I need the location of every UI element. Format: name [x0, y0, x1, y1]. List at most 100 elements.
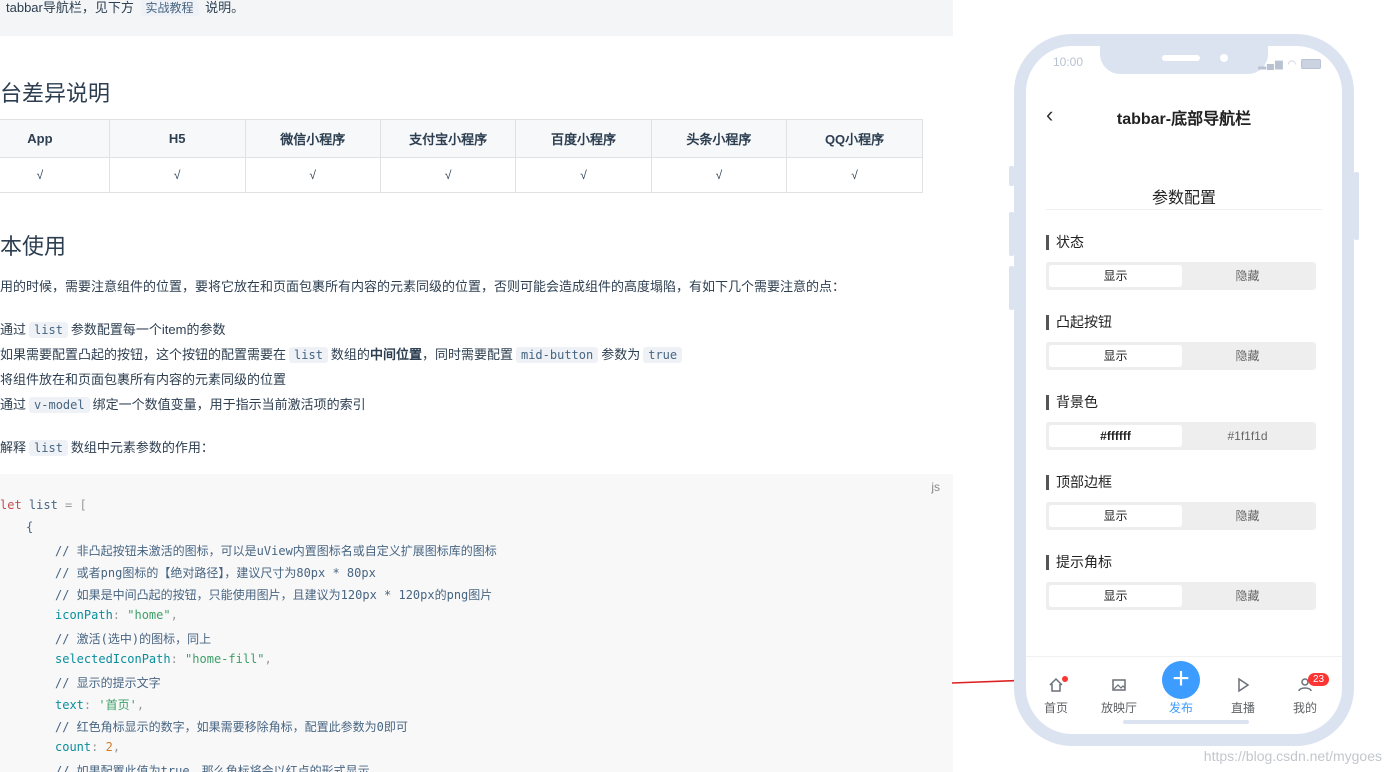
option-label-top-border: 顶部边框	[1046, 475, 1112, 490]
tab-home[interactable]: 首页	[1031, 676, 1081, 716]
segment-show[interactable]: 显示	[1049, 265, 1182, 287]
tab-label: 放映厅	[1100, 701, 1137, 715]
option-label-status: 状态	[1046, 235, 1084, 250]
table-header: App	[0, 119, 110, 158]
tab-label: 首页	[1043, 701, 1068, 715]
tab-live[interactable]: 直播	[1218, 677, 1268, 716]
point-2: 如果需要配置凸起的按钮，这个按钮的配置需要在 list 数组的中间位置，同时需要配置…	[0, 344, 685, 363]
table-cell: √	[786, 157, 923, 193]
signal-icon: ▂▄▆	[1258, 59, 1284, 70]
code-punct: = [	[57, 498, 87, 512]
tip-after: 说明。	[205, 0, 245, 15]
red-dot-badge	[1062, 676, 1068, 682]
phone-frame: 10:00 ▂▄▆ ◠ ‹ tabbar-底部导航栏 参数配置 状态 显示 隐藏…	[1014, 34, 1354, 746]
tip-box: tabbar导航栏，见下方 实战教程 说明。	[0, 0, 953, 36]
inline-code: true	[643, 347, 683, 363]
code-comment: // 如果配置此值为true，那么角标将会以红点的形式显示	[55, 764, 370, 772]
code-prop: iconPath	[55, 608, 113, 622]
code-block: js let list = [ { // 非凸起按钮未激活的图标，可以是uVie…	[0, 474, 953, 772]
code-prop: text	[55, 698, 84, 712]
segment-hide[interactable]: 隐藏	[1182, 505, 1313, 527]
code-comment: // 非凸起按钮未激活的图标，可以是uView内置图标名或自定义扩展图标库的图标	[55, 544, 497, 558]
segmented-control-top-border[interactable]: 显示 隐藏	[1046, 502, 1316, 530]
point-4-b: 绑定一个数值变量，用于指示当前激活项的索引	[92, 397, 366, 412]
explain-a: 解释	[0, 440, 27, 455]
inline-code: list	[289, 347, 328, 363]
segment-show[interactable]: 显示	[1049, 505, 1182, 527]
point-2-a: 如果需要配置凸起的按钮，这个按钮的配置需要在	[0, 347, 287, 362]
table-header: 微信小程序	[244, 119, 381, 158]
table-cell: √	[515, 157, 652, 193]
table-cell: √	[650, 157, 788, 193]
table-header: 百度小程序	[515, 119, 652, 158]
segment-white[interactable]: #ffffff	[1049, 425, 1182, 447]
speaker	[1162, 55, 1200, 61]
segment-dark[interactable]: #1f1f1d	[1182, 425, 1313, 447]
table-header-row: App H5 微信小程序 支付宝小程序 百度小程序 头条小程序 QQ小程序	[0, 119, 923, 158]
segmented-control-mid-button[interactable]: 显示 隐藏	[1046, 342, 1316, 370]
point-4-a: 通过	[0, 397, 27, 412]
code-string: "home-fill"	[185, 652, 265, 666]
status-time: 10:00	[1053, 55, 1084, 69]
code-string: '首页'	[98, 698, 137, 712]
tab-publish[interactable]: + 发布	[1156, 661, 1206, 716]
doc-content: tabbar导航栏，见下方 实战教程 说明。 台差异说明 App H5 微信小程…	[0, 0, 953, 772]
segmented-control-badge[interactable]: 显示 隐藏	[1046, 582, 1316, 610]
phone-power-button	[1354, 172, 1359, 240]
table-row: √ √ √ √ √ √ √	[0, 157, 923, 193]
tab-mine[interactable]: 23 我的	[1280, 673, 1330, 716]
point-2-b: 数组的	[330, 347, 370, 362]
segmented-control-bg-color[interactable]: #ffffff #1f1f1d	[1046, 422, 1316, 450]
segment-hide[interactable]: 隐藏	[1182, 345, 1313, 367]
code-line: count: 2,	[55, 740, 121, 754]
table-header: H5	[108, 119, 246, 158]
inline-code: v-model	[29, 397, 90, 413]
segment-hide[interactable]: 隐藏	[1182, 265, 1313, 287]
inline-code: mid-button	[515, 347, 599, 363]
count-badge: 23	[1308, 673, 1329, 686]
tab-label: 我的	[1292, 701, 1317, 715]
tip-before: tabbar导航栏，见下方	[6, 0, 134, 15]
code-number: 2	[105, 740, 113, 754]
camera	[1220, 54, 1228, 62]
tab-label: 发布	[1168, 701, 1193, 715]
plus-icon[interactable]: +	[1162, 661, 1200, 699]
tab-cinema[interactable]: 放映厅	[1094, 677, 1144, 716]
watermark: https://blog.csdn.net/mygoes	[1203, 748, 1382, 764]
wifi-icon: ◠	[1287, 59, 1298, 70]
divider	[1046, 209, 1322, 210]
option-label-bg-color: 背景色	[1046, 395, 1098, 410]
segment-show[interactable]: 显示	[1049, 585, 1182, 607]
code-prop: count	[55, 740, 92, 754]
phone-screen: 10:00 ▂▄▆ ◠ ‹ tabbar-底部导航栏 参数配置 状态 显示 隐藏…	[1026, 46, 1342, 734]
point-2-d: 参数为	[601, 347, 641, 362]
code-comment: // 激活(选中)的图标，同上	[55, 632, 212, 646]
point-4: 通过 v-model 绑定一个数值变量，用于指示当前激活项的索引	[0, 394, 366, 413]
tip-link-code[interactable]: 实战教程	[140, 0, 199, 16]
table-cell: √	[244, 157, 381, 193]
intro-text: 用的时候，需要注意组件的位置，要将它放在和页面包裹所有内容的元素同级的位置，否则…	[0, 279, 846, 294]
code-comment: // 或者png图标的【绝对路径】，建议尺寸为80px * 80px	[55, 566, 376, 580]
table-cell: √	[0, 157, 110, 193]
tab-label: 直播	[1230, 701, 1255, 715]
code-line: let list = [	[0, 498, 87, 512]
segmented-control-status[interactable]: 显示 隐藏	[1046, 262, 1316, 290]
status-icons: ▂▄▆ ◠	[1258, 59, 1321, 70]
section-title: 参数配置	[1151, 190, 1216, 207]
code-var: list	[21, 498, 58, 512]
point-1: 通过 list 参数配置每一个item的参数	[0, 319, 225, 338]
platform-heading: 台差异说明	[0, 81, 111, 106]
nav-title: tabbar-底部导航栏	[1116, 111, 1252, 128]
segment-show[interactable]: 显示	[1049, 345, 1182, 367]
segment-hide[interactable]: 隐藏	[1182, 585, 1313, 607]
point-2-bold: 中间位置	[369, 347, 422, 362]
point-3: 将组件放在和页面包裹所有内容的元素同级的位置	[0, 372, 287, 387]
phone-notch	[1100, 46, 1268, 74]
code-keyword: let	[0, 498, 22, 512]
code-line: iconPath: "home",	[55, 608, 178, 622]
inline-code: list	[29, 440, 68, 456]
explain-b: 数组中元素参数的作用：	[70, 440, 214, 455]
table-cell: √	[108, 157, 246, 193]
table-header: QQ小程序	[786, 119, 923, 158]
inline-code: list	[29, 322, 68, 338]
